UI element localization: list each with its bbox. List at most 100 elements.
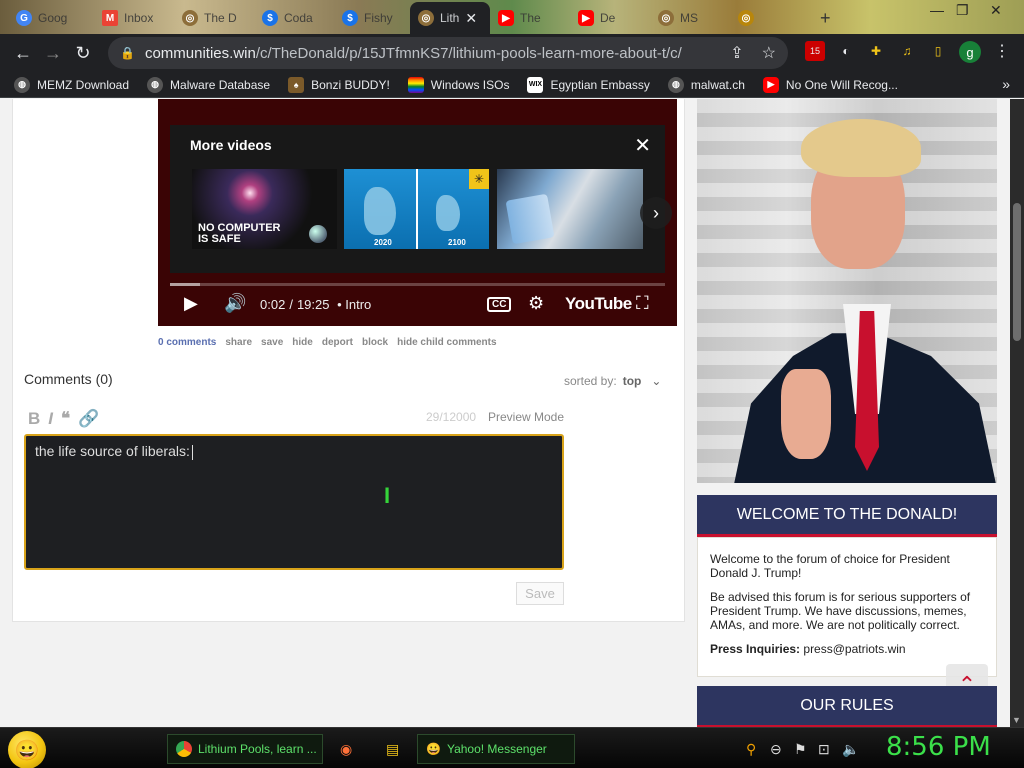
sort-dropdown[interactable]: sorted by: top ⌄: [564, 374, 661, 388]
site-icon: ◎: [738, 10, 754, 26]
share-icon[interactable]: ⇪: [730, 43, 743, 63]
bookmarks-overflow-icon[interactable]: »: [1002, 76, 1010, 92]
youtube-logo[interactable]: YouTube: [565, 294, 632, 314]
taskbar-chrome-window[interactable]: Lithium Pools, learn ...: [167, 734, 323, 764]
italic-icon[interactable]: I: [48, 409, 53, 429]
bold-icon[interactable]: B: [28, 409, 40, 429]
fullscreen-icon[interactable]: ⛶: [636, 293, 649, 314]
tab-youtube-1[interactable]: ▶ The: [490, 4, 570, 32]
page-scrollbar[interactable]: ▼: [1010, 99, 1024, 727]
bookmark-malwatch[interactable]: ◍ malwat.ch: [667, 76, 745, 93]
save-button[interactable]: Save: [516, 582, 564, 605]
chevron-right-icon[interactable]: ›: [640, 197, 672, 229]
tab-lithium-active[interactable]: ◎ Lith ✕: [410, 2, 490, 34]
tab-coda[interactable]: $ Coda: [254, 4, 334, 32]
deport-link[interactable]: deport: [322, 337, 353, 348]
quote-icon[interactable]: ❝: [61, 409, 70, 429]
flag-icon[interactable]: ⚑: [794, 741, 807, 758]
wix-icon: WIX: [527, 76, 544, 93]
video-thumbnail-2[interactable]: 2020 2100 ✳: [344, 169, 489, 249]
close-tab-icon[interactable]: ✕: [465, 10, 477, 27]
menu-kebab-icon[interactable]: ⋮: [992, 41, 1012, 61]
captions-button[interactable]: CC: [487, 297, 512, 312]
profile-avatar[interactable]: g: [959, 41, 981, 63]
start-button[interactable]: 😀: [8, 731, 46, 768]
reload-icon[interactable]: ↻: [68, 43, 98, 64]
close-icon[interactable]: ✕: [634, 133, 651, 158]
progress-bar[interactable]: [170, 283, 665, 286]
firefox-icon[interactable]: ◉: [340, 741, 352, 758]
chrome-icon: [176, 741, 192, 757]
network-icon[interactable]: ⊡: [818, 741, 830, 758]
puzzle-extension-icon[interactable]: ✚: [866, 41, 886, 61]
tab-ms[interactable]: ◎ MS: [650, 4, 730, 32]
new-tab-button[interactable]: +: [812, 4, 842, 32]
side-panel-icon[interactable]: ▯: [928, 41, 948, 61]
bookmark-egyptian-embassy[interactable]: WIX Egyptian Embassy: [527, 76, 650, 93]
minus-circle-icon[interactable]: ⊖: [770, 741, 782, 758]
tab-inbox[interactable]: M Inbox: [94, 4, 174, 32]
video-thumbnail-3[interactable]: [497, 169, 643, 249]
earth-icon: [309, 225, 327, 243]
yahoo-smiley-icon: 😀: [426, 742, 441, 756]
volume-icon[interactable]: 🔊: [224, 293, 246, 314]
format-toolbar: B I ❝ 🔗: [28, 409, 99, 429]
settings-gear-icon[interactable]: ⚙: [528, 293, 544, 314]
bookmark-memz[interactable]: ◍ MEMZ Download: [14, 76, 129, 93]
search-icon[interactable]: ⚲: [746, 741, 756, 758]
lock-icon: 🔒: [120, 46, 135, 60]
bookmark-windows-isos[interactable]: Windows ISOs: [407, 76, 509, 93]
folder-icon[interactable]: ▤: [386, 741, 399, 758]
address-bar[interactable]: 🔒 communities.win/c/TheDonald/p/15JTfmnK…: [108, 37, 788, 69]
tab-google[interactable]: G Goog: [8, 4, 94, 32]
taskbar-yahoo-messenger[interactable]: 😀 Yahoo! Messenger: [417, 734, 575, 764]
scroll-down-arrow-icon[interactable]: ▼: [1012, 715, 1021, 725]
comments-link[interactable]: 0 comments: [158, 337, 216, 348]
maximize-icon[interactable]: ❐: [956, 2, 969, 19]
back-icon[interactable]: ←: [8, 43, 38, 64]
bookmark-bonzi[interactable]: ♠ Bonzi BUDDY!: [288, 76, 390, 93]
tab-fishy[interactable]: $ Fishy: [334, 4, 414, 32]
tab-misc[interactable]: ◎: [730, 4, 800, 32]
speaker-icon[interactable]: 🔈: [842, 741, 859, 758]
video-player[interactable]: More videos ✕ NO COMPUTER IS SAFE 2020 21…: [158, 99, 677, 326]
site-icon: ◎: [418, 10, 434, 26]
more-videos-panel: More videos ✕ NO COMPUTER IS SAFE 2020 21…: [170, 125, 672, 273]
save-link[interactable]: save: [261, 337, 283, 348]
youtube-icon: ▶: [578, 10, 594, 26]
chevron-down-icon: ⌄: [651, 374, 662, 388]
ublock-extension-icon[interactable]: 15: [805, 41, 825, 61]
post-actions: 0 comments share save hide deport block …: [158, 337, 497, 348]
character-counter: 29/12000: [426, 410, 477, 424]
video-thumbnail-1[interactable]: NO COMPUTER IS SAFE: [192, 169, 337, 249]
more-videos-title: More videos: [190, 137, 272, 153]
taskbar: 😀 Lithium Pools, learn ... ◉ ▤ 😀 Yahoo! …: [0, 727, 1024, 768]
hide-link[interactable]: hide: [292, 337, 313, 348]
tab-strip: G Goog M Inbox ◎ The D $ Coda $ Fishy ◎ …: [0, 0, 1024, 34]
bookmark-malware-db[interactable]: ◍ Malware Database: [147, 76, 270, 93]
youtube-icon: ▶: [762, 76, 779, 93]
forward-icon[interactable]: →: [38, 43, 68, 64]
comment-textarea[interactable]: the life source of liberals:: [24, 434, 564, 570]
scrollbar-thumb[interactable]: [1013, 203, 1021, 341]
link-icon[interactable]: 🔗: [78, 409, 99, 429]
text-caret: [191, 444, 193, 460]
bonzi-icon: ♠: [288, 76, 305, 93]
pride-extension-icon[interactable]: ◐: [836, 41, 856, 61]
smiley-icon: 😀: [14, 739, 40, 762]
media-icon[interactable]: ♫: [897, 41, 917, 61]
tab-youtube-2[interactable]: ▶ De: [570, 4, 650, 32]
tab-the-donald[interactable]: ◎ The D: [174, 4, 254, 32]
close-window-icon[interactable]: ✕: [990, 2, 1002, 19]
share-link[interactable]: share: [225, 337, 252, 348]
minimize-icon[interactable]: —: [930, 2, 944, 18]
block-link[interactable]: block: [362, 337, 388, 348]
play-icon[interactable]: ▶: [184, 293, 198, 314]
hide-child-comments-link[interactable]: hide child comments: [397, 337, 496, 348]
gmail-icon: M: [102, 10, 118, 26]
clock: 8:56 PM: [886, 732, 991, 762]
welcome-panel-title: WELCOME TO THE DONALD!: [697, 495, 997, 537]
preview-mode-link[interactable]: Preview Mode: [488, 410, 564, 424]
bookmark-star-icon[interactable]: ☆: [762, 43, 776, 63]
bookmark-no-one-will-recog[interactable]: ▶ No One Will Recog...: [762, 76, 898, 93]
